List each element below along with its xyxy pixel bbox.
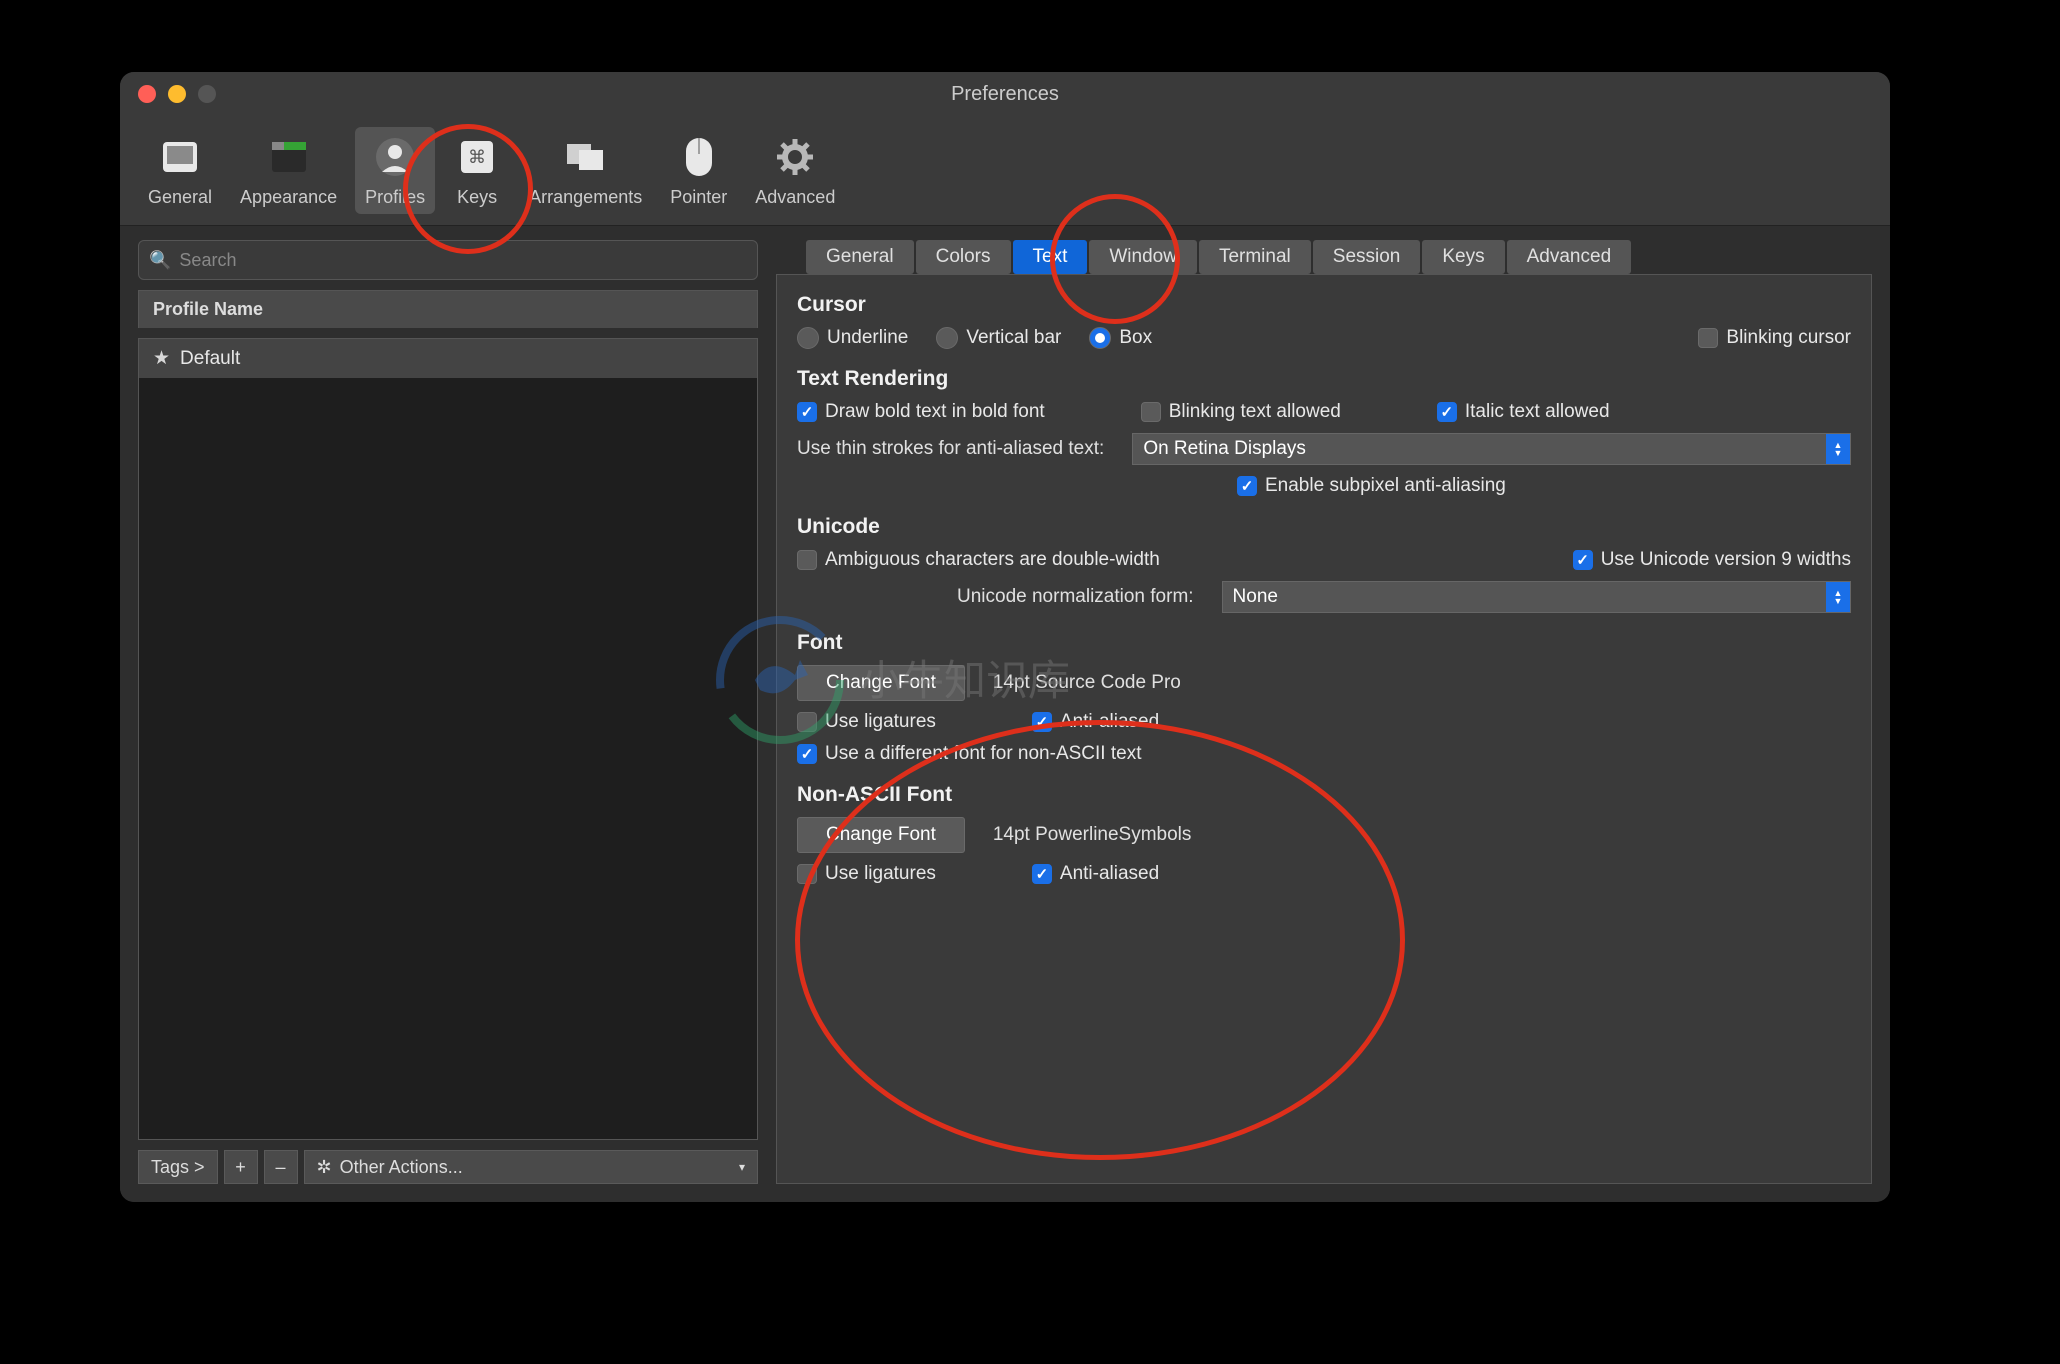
chevron-down-icon: ▾ [739, 1160, 745, 1174]
unicode-section-title: Unicode [797, 515, 1851, 539]
non-ascii-ligatures-checkbox[interactable]: Use ligatures [797, 863, 936, 885]
toolbar-label: Profiles [365, 187, 425, 208]
star-icon: ★ [153, 347, 170, 370]
tab-advanced[interactable]: Advanced [1507, 240, 1632, 274]
toolbar-keys[interactable]: ⌘ Keys [443, 127, 511, 214]
italic-text-checkbox[interactable]: Italic text allowed [1437, 401, 1610, 423]
change-non-ascii-font-button[interactable]: Change Font [797, 817, 965, 853]
main-panel: General Colors Text Window Terminal Sess… [776, 240, 1872, 1184]
cursor-underline-radio[interactable]: Underline [797, 327, 908, 349]
toolbar-label: Appearance [240, 187, 337, 208]
search-icon: 🔍 [149, 250, 171, 271]
current-font-label: 14pt Source Code Pro [993, 672, 1181, 694]
add-profile-button[interactable]: + [224, 1150, 258, 1184]
profile-item-default[interactable]: ★ Default [139, 339, 757, 378]
titlebar: Preferences [120, 72, 1890, 116]
sidebar-footer: Tags > + – ✲ Other Actions... ▾ [138, 1150, 758, 1184]
arrangements-icon [562, 133, 610, 181]
unicode-v9-checkbox[interactable]: Use Unicode version 9 widths [1573, 549, 1851, 571]
profile-item-label: Default [180, 348, 240, 370]
different-non-ascii-font-checkbox[interactable]: Use a different font for non-ASCII text [797, 743, 1141, 765]
gear-icon: ✲ [317, 1157, 332, 1178]
gear-icon [771, 133, 819, 181]
blinking-cursor-checkbox[interactable]: Blinking cursor [1698, 327, 1851, 349]
toolbar-label: Keys [457, 187, 497, 208]
cursor-box-radio[interactable]: Box [1089, 327, 1152, 349]
tab-terminal[interactable]: Terminal [1199, 240, 1311, 274]
select-arrows-icon: ▲▼ [1826, 434, 1850, 464]
tab-colors[interactable]: Colors [916, 240, 1011, 274]
non-ascii-anti-aliased-checkbox[interactable]: Anti-aliased [1032, 863, 1159, 885]
body: 🔍 Profile Name ★ Default Tags > + – ✲ Ot… [120, 226, 1890, 1202]
ligatures-checkbox[interactable]: Use ligatures [797, 711, 936, 733]
text-settings-content: Cursor Underline Vertical bar Box Blinki… [776, 274, 1872, 1184]
tab-keys[interactable]: Keys [1422, 240, 1504, 274]
profile-list[interactable]: ★ Default [138, 338, 758, 1140]
window-title: Preferences [120, 83, 1890, 106]
toolbar-appearance[interactable]: Appearance [230, 127, 347, 214]
draw-bold-checkbox[interactable]: Draw bold text in bold font [797, 401, 1045, 423]
svg-text:⌘: ⌘ [468, 147, 486, 167]
profiles-sidebar: 🔍 Profile Name ★ Default Tags > + – ✲ Ot… [138, 240, 758, 1184]
toolbar-general[interactable]: General [138, 127, 222, 214]
search-field[interactable]: 🔍 [138, 240, 758, 280]
text-rendering-section-title: Text Rendering [797, 367, 1851, 391]
remove-profile-button[interactable]: – [264, 1150, 298, 1184]
general-icon [156, 133, 204, 181]
search-input[interactable] [179, 250, 747, 271]
toolbar-arrangements[interactable]: Arrangements [519, 127, 652, 214]
tab-text[interactable]: Text [1013, 240, 1088, 274]
anti-aliased-checkbox[interactable]: Anti-aliased [1032, 711, 1159, 733]
tab-window[interactable]: Window [1089, 240, 1197, 274]
tags-button[interactable]: Tags > [138, 1150, 218, 1184]
toolbar-label: Pointer [670, 187, 727, 208]
unicode-norm-label: Unicode normalization form: [957, 586, 1194, 608]
toolbar-label: Advanced [755, 187, 835, 208]
blinking-text-checkbox[interactable]: Blinking text allowed [1141, 401, 1341, 423]
cursor-section-title: Cursor [797, 293, 1851, 317]
toolbar-profiles[interactable]: Profiles [355, 127, 435, 214]
font-section-title: Font [797, 631, 1851, 655]
thin-strokes-label: Use thin strokes for anti-aliased text: [797, 438, 1104, 460]
preferences-window: Preferences General Appearance Profiles … [120, 72, 1890, 1202]
preferences-toolbar: General Appearance Profiles ⌘ Keys Arran… [120, 116, 1890, 226]
change-font-button[interactable]: Change Font [797, 665, 965, 701]
toolbar-label: General [148, 187, 212, 208]
other-actions-dropdown[interactable]: ✲ Other Actions... ▾ [304, 1150, 758, 1184]
select-arrows-icon: ▲▼ [1826, 582, 1850, 612]
cursor-vertical-bar-radio[interactable]: Vertical bar [936, 327, 1061, 349]
tab-session[interactable]: Session [1313, 240, 1421, 274]
non-ascii-font-section-title: Non-ASCII Font [797, 783, 1851, 807]
profile-list-header: Profile Name [138, 290, 758, 328]
keys-icon: ⌘ [453, 133, 501, 181]
pointer-icon [675, 133, 723, 181]
unicode-norm-select[interactable]: None ▲▼ [1222, 581, 1851, 613]
profile-tabbar: General Colors Text Window Terminal Sess… [776, 240, 1872, 274]
tab-general[interactable]: General [806, 240, 914, 274]
profiles-icon [371, 133, 419, 181]
toolbar-label: Arrangements [529, 187, 642, 208]
appearance-icon [265, 133, 313, 181]
current-non-ascii-font-label: 14pt PowerlineSymbols [993, 824, 1192, 846]
thin-strokes-select[interactable]: On Retina Displays ▲▼ [1132, 433, 1851, 465]
toolbar-advanced[interactable]: Advanced [745, 127, 845, 214]
ambiguous-double-width-checkbox[interactable]: Ambiguous characters are double-width [797, 549, 1160, 571]
toolbar-pointer[interactable]: Pointer [660, 127, 737, 214]
subpixel-aa-checkbox[interactable]: Enable subpixel anti-aliasing [1237, 475, 1506, 497]
